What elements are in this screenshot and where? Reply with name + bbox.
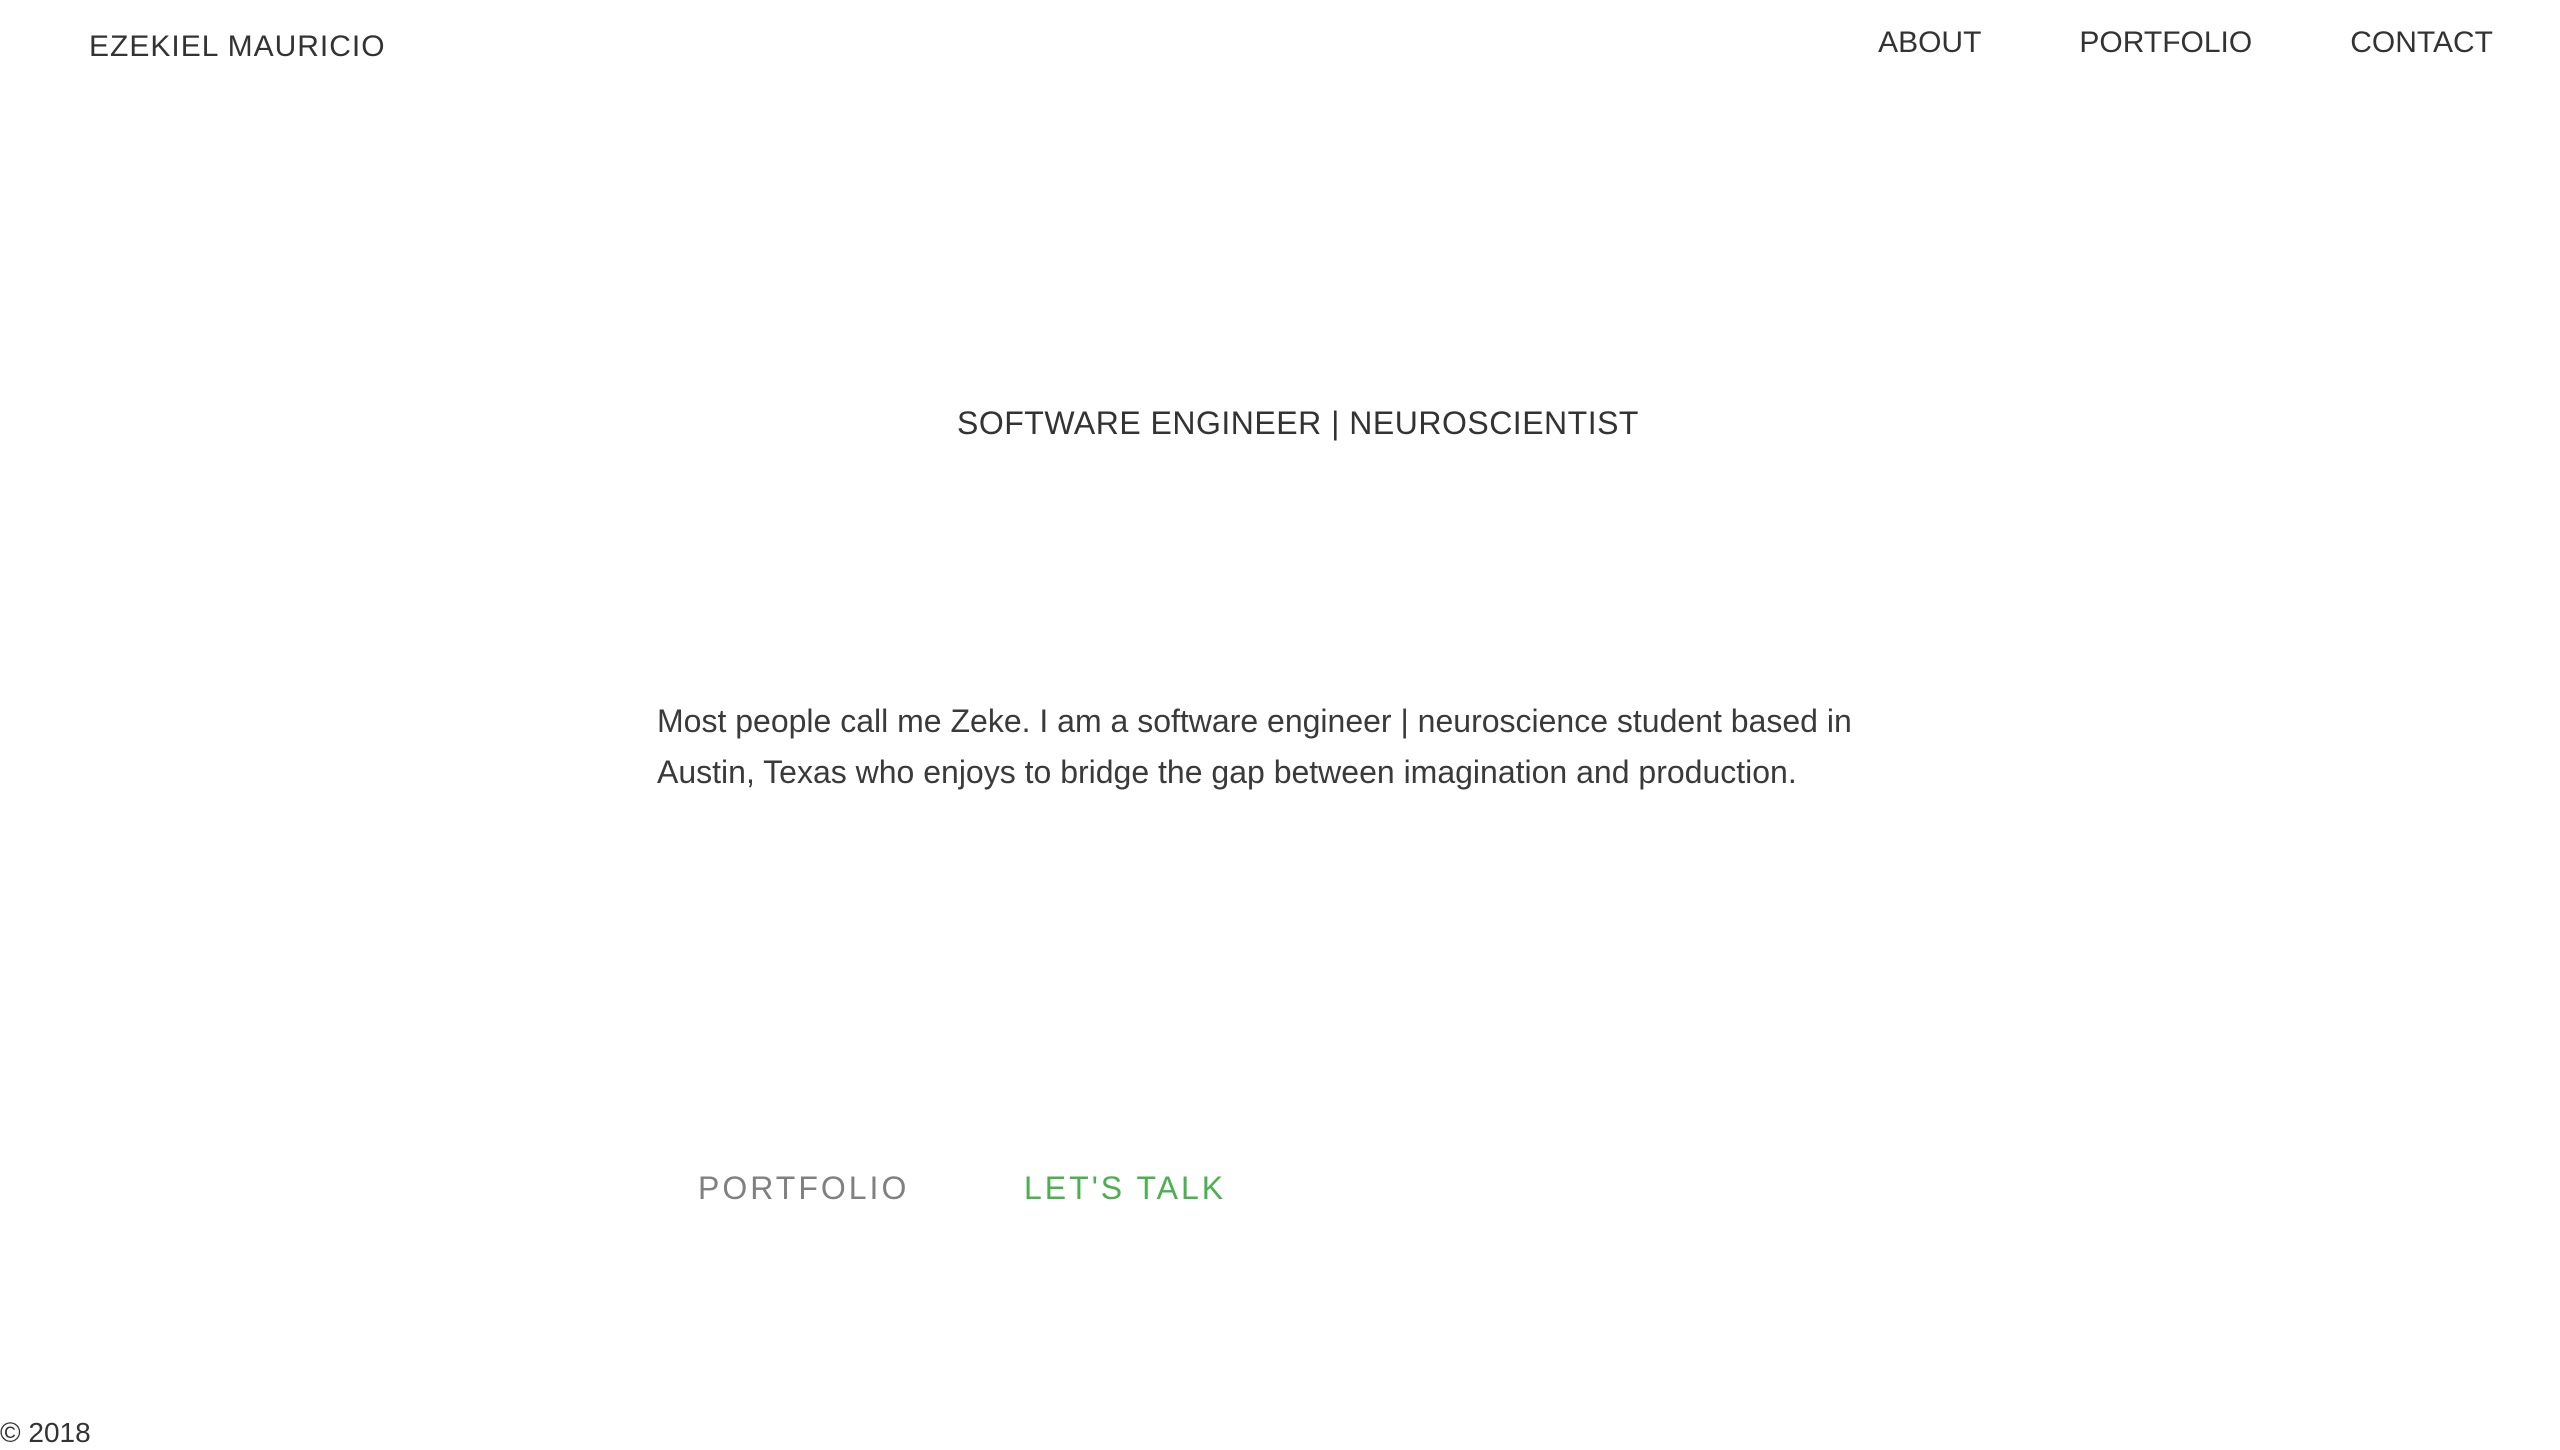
brand-logo-link[interactable]: EZEKIEL MAURICIO [89,30,386,64]
nav-item-portfolio[interactable]: PORTFOLIO [2079,26,2252,60]
portfolio-button[interactable]: PORTFOLIO [698,1170,909,1207]
hero-intro: Most people call me Zeke. I am a softwar… [657,703,1852,790]
nav-item-contact[interactable]: CONTACT [2350,26,2493,60]
nav-item-about[interactable]: ABOUT [1878,26,1981,60]
lets-talk-button[interactable]: LET'S TALK [1024,1170,1226,1207]
top-nav: ABOUT PORTFOLIO CONTACT [1878,26,2493,60]
footer-copyright: © 2018 [0,1417,91,1448]
page: EZEKIEL MAURICIO ABOUT PORTFOLIO CONTACT… [0,0,2560,1450]
hero-headline: SOFTWARE ENGINEER | NEUROSCIENTIST [957,405,1639,441]
